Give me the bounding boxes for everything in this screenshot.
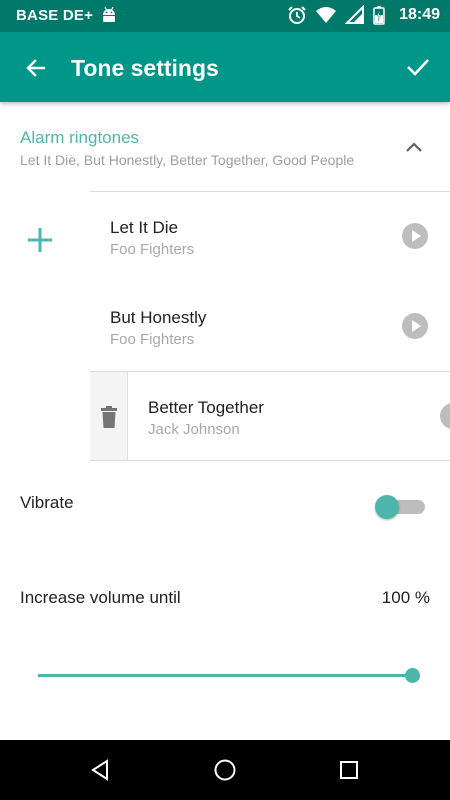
ringtone-item[interactable]: But Honestly Foo Fighters	[90, 282, 450, 372]
wifi-icon	[316, 7, 337, 23]
ringtone-item[interactable]: Let It Die Foo Fighters	[90, 192, 450, 282]
add-ringtone-button[interactable]	[20, 220, 60, 260]
alarm-clock-icon	[288, 6, 306, 24]
chevron-up-icon[interactable]	[403, 136, 425, 158]
nav-home-button[interactable]	[210, 755, 240, 785]
volume-label: Increase volume until	[20, 588, 181, 607]
ringtone-artist: Foo Fighters	[110, 331, 195, 348]
play-button[interactable]	[440, 403, 450, 429]
nav-back-button[interactable]	[85, 755, 115, 785]
vibrate-toggle[interactable]	[375, 494, 425, 520]
volume-slider[interactable]	[38, 664, 420, 686]
play-icon	[412, 320, 421, 332]
slider-fill	[38, 674, 412, 677]
home-circle-icon	[214, 759, 236, 781]
ringtone-artist: Jack Johnson	[148, 421, 240, 438]
signal-icon	[345, 5, 365, 24]
play-button[interactable]	[402, 223, 428, 249]
status-time: 18:49	[399, 6, 440, 23]
ringtone-title: Let It Die	[110, 218, 179, 237]
back-button[interactable]	[18, 50, 54, 86]
trash-icon	[100, 406, 117, 428]
battery-charging-icon	[373, 6, 385, 25]
navigation-bar	[0, 740, 450, 800]
confirm-button[interactable]	[400, 49, 436, 85]
delete-button[interactable]	[90, 372, 128, 460]
status-bar: BASE DE+ 18:49	[0, 0, 450, 32]
play-button[interactable]	[402, 313, 428, 339]
play-icon	[412, 230, 421, 242]
plus-icon	[28, 228, 52, 252]
section-title: Alarm ringtones	[20, 128, 140, 147]
ringtone-item-swiped[interactable]: Better Together Jack Johnson	[90, 371, 450, 461]
play-icon	[440, 403, 450, 429]
ringtone-artist: Foo Fighters	[110, 241, 195, 258]
app-bar: Tone settings	[0, 32, 450, 102]
vibrate-label: Vibrate	[20, 493, 74, 512]
page-title: Tone settings	[71, 55, 219, 81]
slider-thumb[interactable]	[405, 668, 420, 683]
nav-recents-button[interactable]	[334, 755, 364, 785]
section-summary: Let It Die, But Honestly, Better Togethe…	[20, 152, 355, 168]
volume-value: 100 %	[381, 588, 430, 607]
ringtone-title: Better Together	[148, 398, 264, 417]
recents-square-icon	[340, 761, 358, 779]
android-icon	[103, 6, 115, 22]
check-icon	[407, 59, 429, 76]
carrier-name: BASE DE+	[16, 7, 94, 24]
toggle-thumb	[375, 495, 399, 519]
arrow-back-icon	[26, 59, 46, 77]
alarm-ringtones-header[interactable]: Alarm ringtones Let It Die, But Honestly…	[0, 102, 450, 190]
ringtone-title: But Honestly	[110, 308, 207, 327]
back-triangle-icon	[91, 759, 108, 781]
